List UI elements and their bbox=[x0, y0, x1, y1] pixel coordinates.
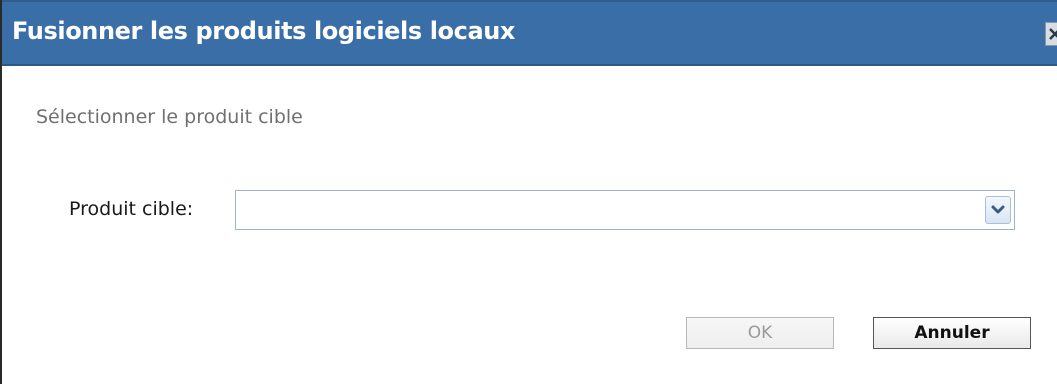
chevron-down-icon bbox=[991, 205, 1005, 214]
dialog-title: Fusionner les produits logiciels locaux bbox=[12, 17, 516, 45]
dialog-titlebar: Fusionner les produits logiciels locaux bbox=[2, 0, 1057, 66]
ok-button[interactable]: OK bbox=[686, 317, 834, 349]
cancel-button[interactable]: Annuler bbox=[873, 317, 1031, 349]
close-button[interactable] bbox=[1045, 22, 1057, 46]
close-icon bbox=[1049, 28, 1057, 40]
target-product-select[interactable] bbox=[235, 190, 1015, 230]
target-product-label: Produit cible: bbox=[69, 198, 194, 220]
merge-products-dialog: Fusionner les produits logiciels locaux … bbox=[0, 0, 1057, 384]
section-heading: Sélectionner le produit cible bbox=[36, 106, 303, 128]
dropdown-button[interactable] bbox=[985, 196, 1011, 224]
